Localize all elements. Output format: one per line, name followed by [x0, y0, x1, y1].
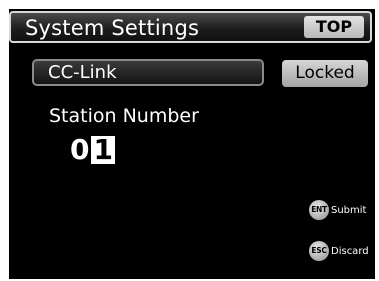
station-digit-tens[interactable]: 0 — [70, 135, 89, 165]
network-mode-field[interactable]: CC-Link — [32, 59, 264, 86]
esc-key-icon[interactable]: ESC — [309, 241, 329, 261]
station-number-label: Station Number — [49, 105, 199, 127]
discard-label: Discard — [331, 245, 369, 257]
device-screen — [9, 9, 375, 279]
locked-button[interactable]: Locked — [282, 60, 368, 87]
submit-label: Submit — [331, 204, 367, 216]
top-button[interactable]: TOP — [304, 16, 364, 38]
page-title: System Settings — [25, 16, 200, 40]
station-digit-ones-cursor[interactable]: 1 — [91, 136, 115, 164]
station-number-value[interactable]: 0 1 — [70, 134, 115, 166]
title-bar: System Settings TOP — [9, 11, 372, 43]
ent-key-icon[interactable]: ENT — [309, 200, 329, 220]
network-mode-value: CC-Link — [48, 62, 117, 83]
submit-hint[interactable]: ENT Submit — [309, 200, 366, 220]
discard-hint[interactable]: ESC Discard — [309, 241, 369, 261]
